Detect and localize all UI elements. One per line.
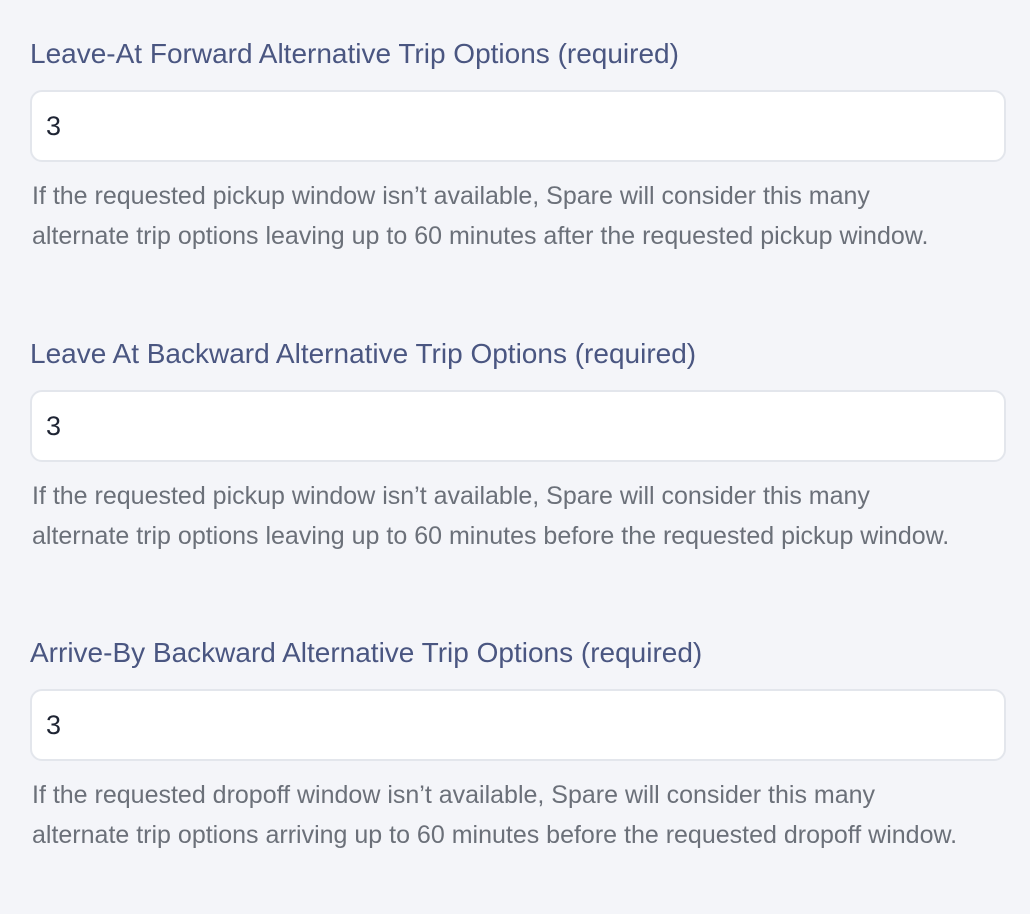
leave-at-forward-label: Leave-At Forward Alternative Trip Option…	[30, 38, 679, 69]
arrive-by-backward-field-group: Arrive-By Backward Alternative Trip Opti…	[30, 633, 1006, 855]
leave-at-forward-input[interactable]	[30, 90, 1006, 162]
arrive-by-backward-input[interactable]	[30, 689, 1006, 761]
leave-at-backward-help-text: If the requested pickup window isn’t ava…	[32, 482, 950, 550]
leave-at-backward-input[interactable]	[30, 390, 1006, 462]
leave-at-forward-field-group: Leave-At Forward Alternative Trip Option…	[30, 34, 1006, 256]
arrive-by-backward-help-text: If the requested dropoff window isn’t av…	[32, 781, 958, 849]
leave-at-backward-label: Leave At Backward Alternative Trip Optio…	[30, 338, 697, 369]
leave-at-backward-field-group: Leave At Backward Alternative Trip Optio…	[30, 334, 1006, 556]
trip-options-form: Leave-At Forward Alternative Trip Option…	[0, 0, 1030, 914]
leave-at-forward-help-text: If the requested pickup window isn’t ava…	[32, 182, 929, 250]
arrive-by-backward-label: Arrive-By Backward Alternative Trip Opti…	[30, 637, 703, 668]
